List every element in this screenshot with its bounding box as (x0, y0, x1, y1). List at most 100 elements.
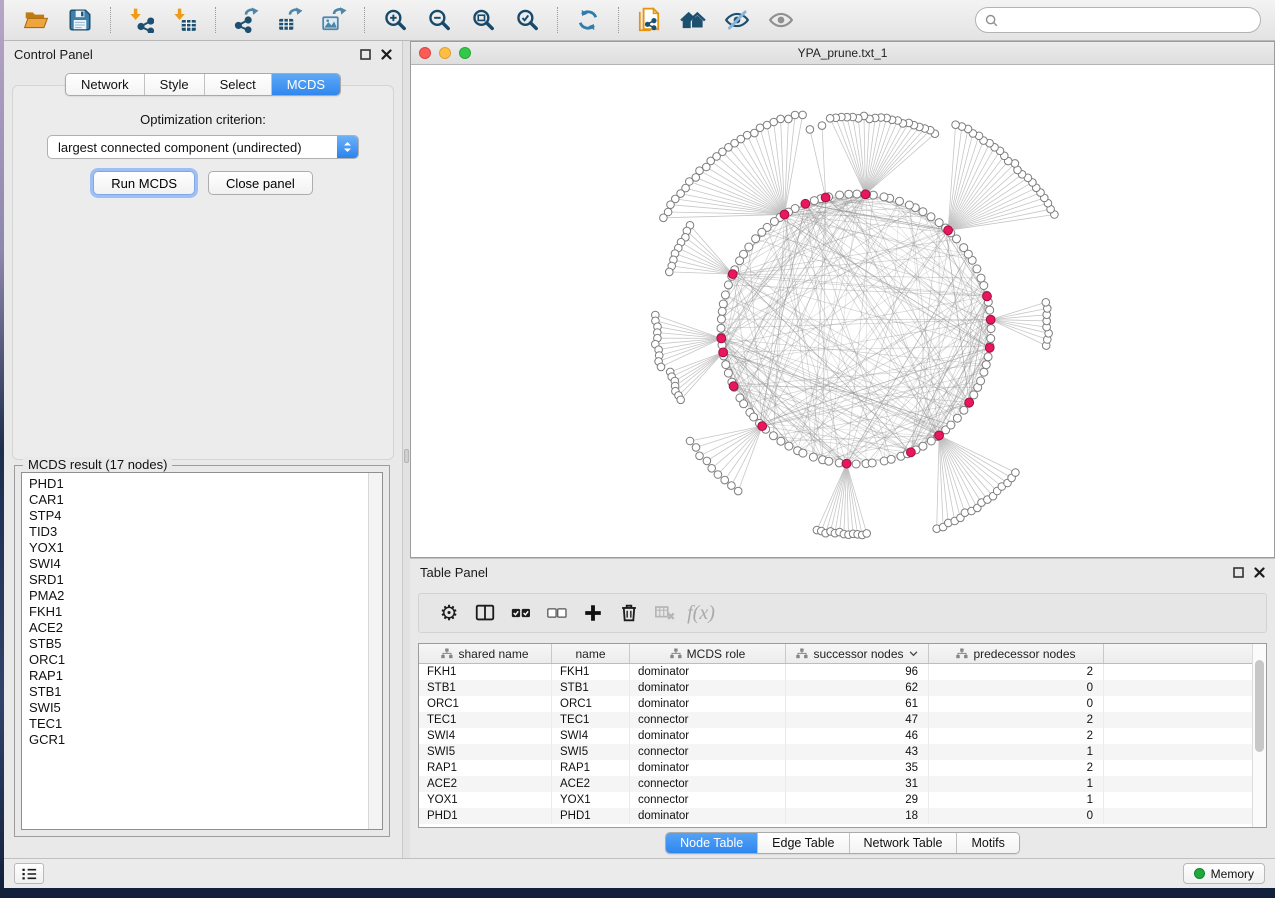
mcds-result-item[interactable]: STP4 (29, 508, 368, 524)
tab-select[interactable]: Select (205, 74, 272, 95)
table-scrollbar-thumb[interactable] (1255, 660, 1264, 752)
tab-motifs[interactable]: Motifs (957, 833, 1018, 853)
open-session-icon[interactable] (21, 5, 51, 35)
mcds-result-item[interactable]: SRD1 (29, 572, 368, 588)
column-header-predecessor-nodes[interactable]: predecessor nodes (929, 644, 1104, 663)
run-mcds-button[interactable]: Run MCDS (93, 171, 195, 195)
mcds-result-item[interactable]: PHD1 (29, 476, 368, 492)
tab-network-table[interactable]: Network Table (850, 833, 958, 853)
table-row[interactable]: YOX1YOX1connector291 (419, 792, 1252, 808)
cell-shared-name: YOX1 (419, 792, 552, 808)
column-header-name[interactable]: name (552, 644, 630, 663)
table-row[interactable]: ACE2ACE2connector311 (419, 776, 1252, 792)
column-header-shared-name[interactable]: shared name (419, 644, 552, 663)
cell-name: ORC1 (552, 696, 630, 712)
import-table-icon[interactable] (170, 5, 200, 35)
task-history-button[interactable] (14, 863, 44, 884)
table-row[interactable]: STB1STB1dominator620 (419, 680, 1252, 696)
select-all-icon[interactable] (503, 599, 539, 627)
import-network-icon[interactable] (126, 5, 156, 35)
table-row[interactable]: RAP1RAP1dominator352 (419, 760, 1252, 776)
column-browser-icon[interactable] (467, 599, 503, 627)
new-network-from-selection-icon[interactable] (634, 5, 664, 35)
mcds-result-item[interactable]: STB1 (29, 684, 368, 700)
tab-style[interactable]: Style (145, 74, 205, 95)
table-row[interactable]: FKH1FKH1dominator962 (419, 664, 1252, 680)
mcds-result-item[interactable]: YOX1 (29, 540, 368, 556)
network-graph[interactable] (411, 65, 1274, 557)
export-network-icon[interactable] (231, 5, 261, 35)
cell-successor-nodes: 35 (786, 760, 929, 776)
mcds-result-item[interactable]: CAR1 (29, 492, 368, 508)
tab-mcds[interactable]: MCDS (272, 74, 340, 95)
tab-node-table[interactable]: Node Table (666, 833, 758, 853)
close-table-panel-icon[interactable] (1254, 567, 1265, 578)
save-session-icon[interactable] (65, 5, 95, 35)
cell-filler (1104, 760, 1252, 776)
delete-table-icon[interactable] (647, 599, 683, 627)
float-panel-icon[interactable] (360, 49, 371, 60)
mcds-result-item[interactable]: RAP1 (29, 668, 368, 684)
cell-MCDS-role: connector (630, 792, 786, 808)
zoom-fit-icon[interactable] (468, 5, 498, 35)
delete-column-icon[interactable] (611, 599, 647, 627)
column-header-MCDS-role[interactable]: MCDS role (630, 644, 786, 663)
cell-successor-nodes: 46 (786, 728, 929, 744)
mcds-result-item[interactable]: FKH1 (29, 604, 368, 620)
minimize-window-icon[interactable] (439, 47, 451, 59)
table-scrollbar[interactable] (1252, 644, 1266, 827)
refresh-icon[interactable] (573, 5, 603, 35)
table-row[interactable]: PHD1PHD1dominator180 (419, 808, 1252, 824)
tab-network[interactable]: Network (66, 74, 145, 95)
zoom-in-icon[interactable] (380, 5, 410, 35)
hide-selected-icon[interactable] (722, 5, 752, 35)
mcds-result-item[interactable]: TEC1 (29, 716, 368, 732)
table-row[interactable]: ORC1ORC1dominator610 (419, 696, 1252, 712)
mcds-result-item[interactable]: SWI4 (29, 556, 368, 572)
export-table-icon[interactable] (275, 5, 305, 35)
mcds-result-item[interactable]: PMA2 (29, 588, 368, 604)
cell-predecessor-nodes: 1 (929, 792, 1104, 808)
table-row[interactable]: SWI4SWI4dominator462 (419, 728, 1252, 744)
add-column-icon[interactable] (575, 599, 611, 627)
criterion-dropdown[interactable]: largest connected component (undirected) (47, 135, 359, 159)
network-canvas[interactable] (411, 65, 1274, 557)
mcds-result-list: PHD1CAR1STP4TID3YOX1SWI4SRD1PMA2FKH1ACE2… (21, 472, 383, 830)
result-list-scrollbar[interactable] (368, 473, 382, 829)
zoom-selected-icon[interactable] (512, 5, 542, 35)
column-header-successor-nodes[interactable]: successor nodes (786, 644, 929, 663)
cell-filler (1104, 664, 1252, 680)
float-table-panel-icon[interactable] (1233, 567, 1244, 578)
close-panel-button[interactable]: Close panel (208, 171, 313, 195)
tab-edge-table[interactable]: Edge Table (758, 833, 849, 853)
mcds-result-item[interactable]: ORC1 (29, 652, 368, 668)
panel-splitter[interactable] (403, 41, 410, 858)
zoom-out-icon[interactable] (424, 5, 454, 35)
table-row[interactable]: TEC1TEC1connector472 (419, 712, 1252, 728)
mcds-result-item[interactable]: SWI5 (29, 700, 368, 716)
cell-shared-name: ACE2 (419, 776, 552, 792)
splitter-grip-icon[interactable] (404, 449, 409, 463)
search-field[interactable] (975, 7, 1261, 33)
first-neighbors-icon[interactable] (678, 5, 708, 35)
table-body: FKH1FKH1dominator962STB1STB1dominator620… (419, 664, 1252, 827)
table-options-icon[interactable]: ⚙ (431, 599, 467, 627)
mcds-result-item[interactable]: GCR1 (29, 732, 368, 748)
close-window-icon[interactable] (419, 47, 431, 59)
column-namespace-icon (956, 648, 968, 659)
cell-name: SWI5 (552, 744, 630, 760)
mcds-result-item[interactable]: ACE2 (29, 620, 368, 636)
maximize-window-icon[interactable] (459, 47, 471, 59)
export-image-icon[interactable] (319, 5, 349, 35)
mcds-result-item[interactable]: STB5 (29, 636, 368, 652)
function-builder-icon[interactable]: f(x) (683, 599, 719, 627)
table-row[interactable]: SWI5SWI5connector431 (419, 744, 1252, 760)
show-all-icon[interactable] (766, 5, 796, 35)
mcds-result-item[interactable]: TID3 (29, 524, 368, 540)
search-input[interactable] (1004, 13, 1251, 27)
cell-MCDS-role: connector (630, 712, 786, 728)
close-panel-icon[interactable] (381, 49, 392, 60)
cell-successor-nodes: 18 (786, 808, 929, 824)
unselect-all-icon[interactable] (539, 599, 575, 627)
memory-button[interactable]: Memory (1183, 863, 1265, 884)
